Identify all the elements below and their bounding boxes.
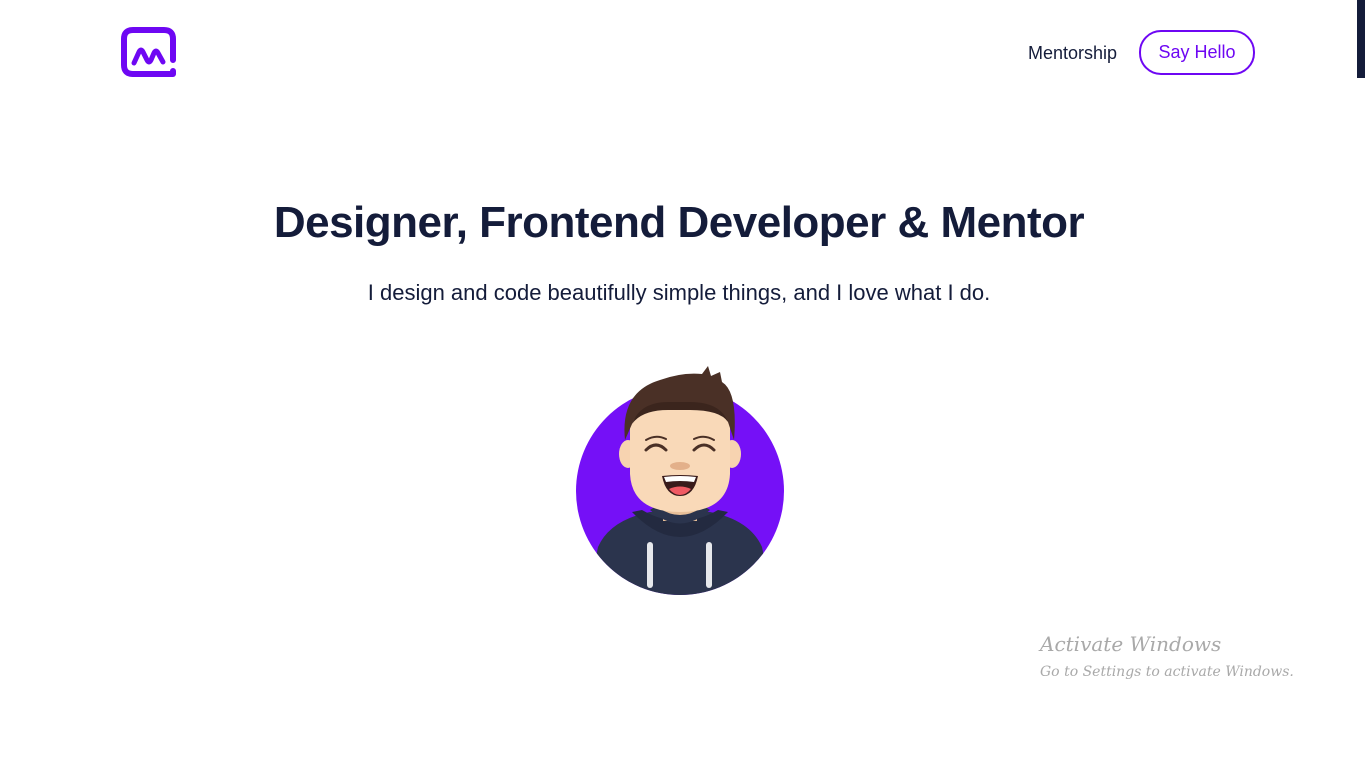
activate-windows-subtitle: Go to Settings to activate Windows.	[1040, 664, 1294, 680]
hero-subtitle: I design and code beautifully simple thi…	[367, 280, 991, 305]
avatar	[570, 362, 790, 598]
hero-title: Designer, Frontend Developer & Mentor	[273, 198, 1085, 247]
scrollbar-thumb[interactable]	[1357, 0, 1365, 78]
mm-logo-icon[interactable]	[121, 27, 176, 77]
activate-windows-title: Activate Windows	[1040, 632, 1222, 656]
activate-windows-watermark: Activate Windows Go to Settings to activ…	[1040, 632, 1294, 682]
nav-link-mentorship[interactable]: Mentorship	[1028, 42, 1117, 64]
say-hello-button[interactable]: Say Hello	[1139, 30, 1255, 75]
